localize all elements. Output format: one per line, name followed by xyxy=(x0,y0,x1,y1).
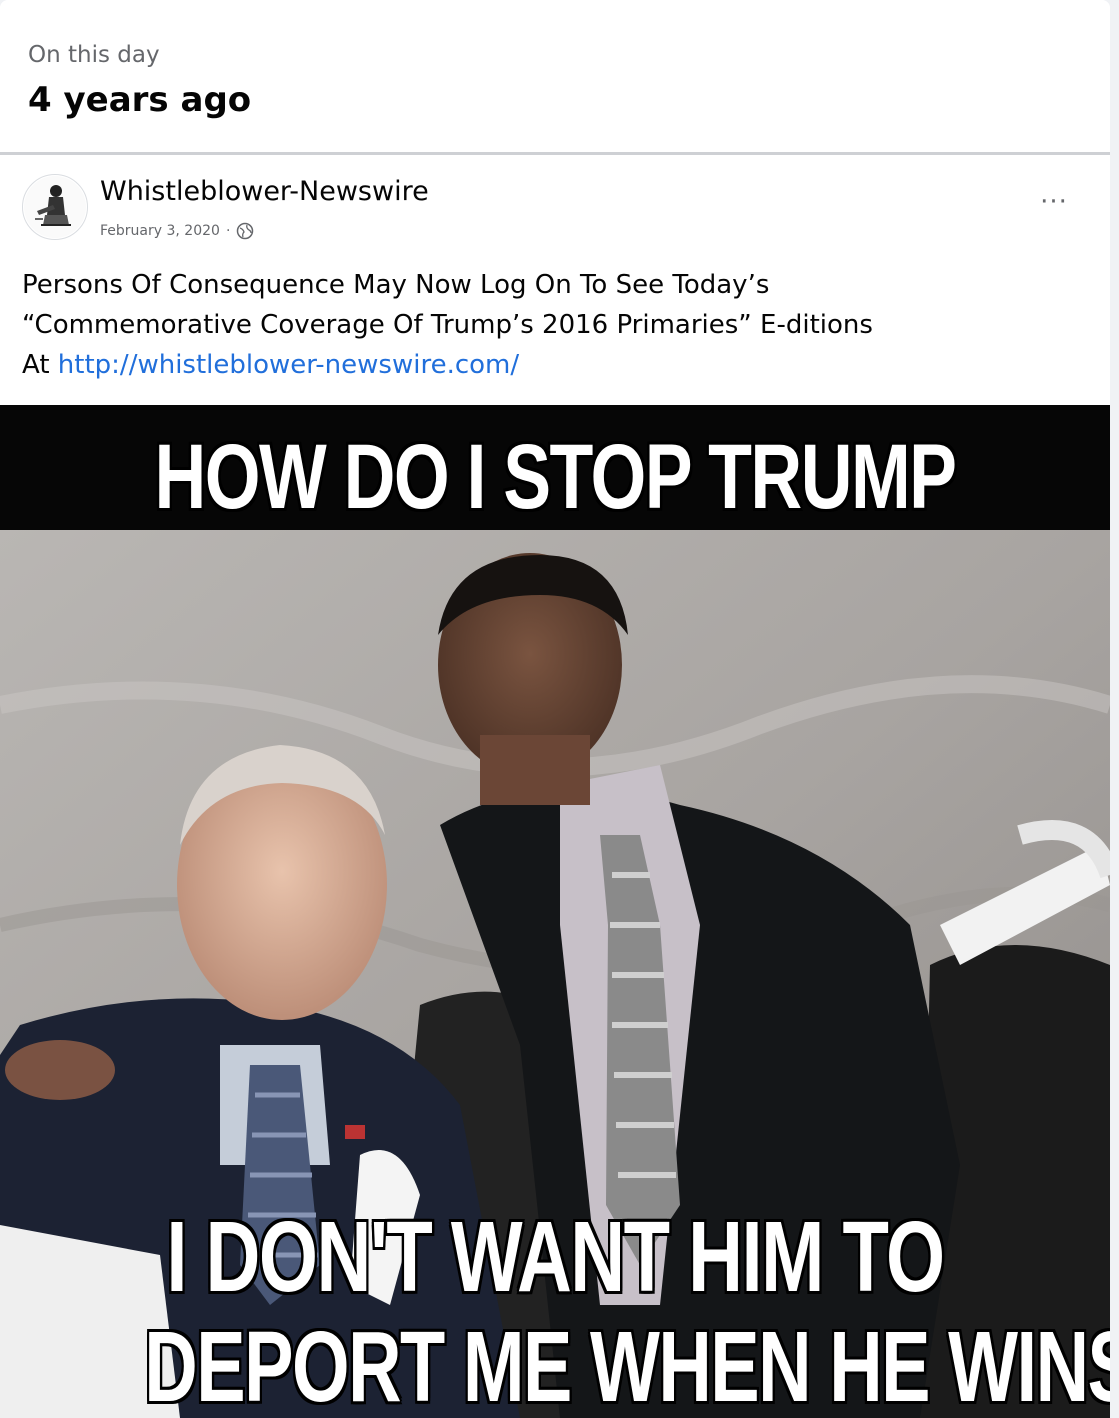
post-text: Persons Of Consequence May Now Log On To… xyxy=(22,265,1082,385)
post-text-line1: Persons Of Consequence May Now Log On To… xyxy=(22,270,770,300)
meme-caption-bottom-line2: DEPORT ME WHEN HE WINS xyxy=(144,1311,1110,1418)
post-link[interactable]: http://whistleblower-newswire.com/ xyxy=(58,350,519,380)
memory-header: On this day 4 years ago xyxy=(0,0,1110,152)
post-author[interactable]: Whistleblower-Newswire xyxy=(100,176,429,207)
memory-subtitle: On this day xyxy=(28,42,160,68)
post-text-line2: “Commemorative Coverage Of Trump’s 2016 … xyxy=(22,310,873,340)
memory-card: On this day 4 years ago Whistleblower-Ne… xyxy=(0,0,1110,1418)
post-meta: February 3, 2020 · xyxy=(100,222,254,240)
post-text-prefix: At xyxy=(22,350,58,380)
avatar-logo-icon xyxy=(24,176,86,238)
globe-icon xyxy=(236,222,254,240)
memory-title: 4 years ago xyxy=(28,80,252,120)
more-options-icon[interactable]: ··· xyxy=(1036,189,1072,215)
meme-caption-bottom-line1: I DON'T WANT HIM TO xyxy=(166,1201,945,1313)
meta-separator: · xyxy=(225,223,231,239)
post-text-line3: At http://whistleblower-newswire.com/ xyxy=(22,345,1082,385)
post-date[interactable]: February 3, 2020 xyxy=(100,223,220,239)
page-avatar[interactable] xyxy=(22,174,88,240)
post-image[interactable]: HOW DO I STOP TRUMP I DON'T WANT HIM TO … xyxy=(0,405,1110,1418)
meme-caption-top: HOW DO I STOP TRUMP xyxy=(154,426,958,528)
divider xyxy=(0,152,1110,155)
